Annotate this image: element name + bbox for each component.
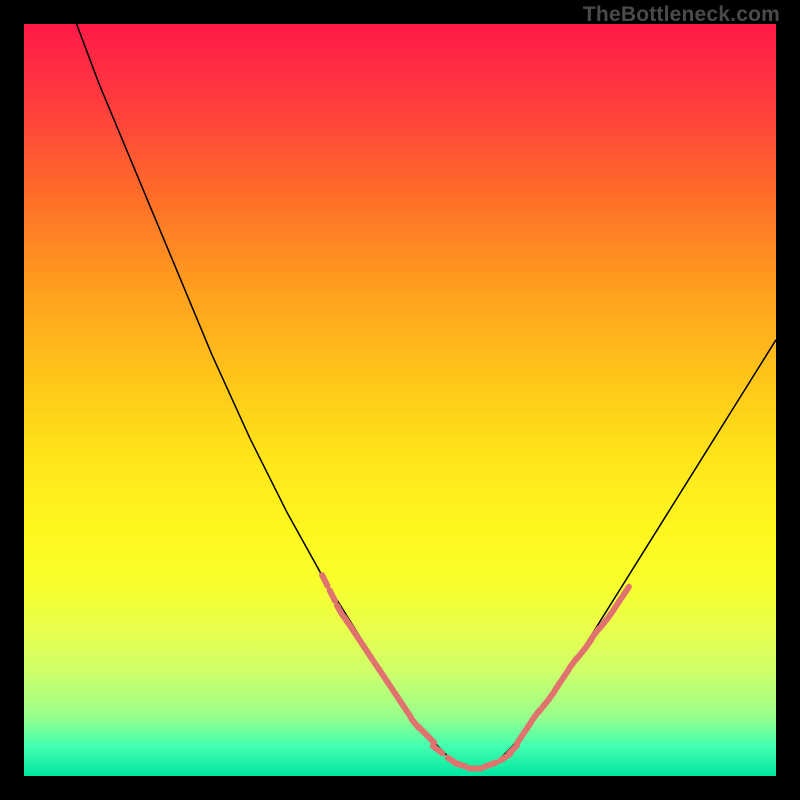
curve-marker	[367, 651, 374, 661]
bottleneck-curve-line	[77, 24, 776, 769]
curve-marker	[397, 696, 404, 706]
bottleneck-chart	[24, 24, 776, 776]
curve-marker	[485, 763, 496, 767]
curve-marker-group	[322, 575, 629, 768]
curve-marker	[374, 662, 381, 672]
curve-marker	[352, 628, 359, 638]
curve-marker	[344, 617, 351, 627]
curve-marker	[330, 590, 335, 601]
curve-marker	[555, 681, 562, 691]
curve-marker	[607, 609, 614, 619]
curve-marker	[547, 692, 554, 702]
curve-marker	[525, 722, 532, 732]
curve-marker	[615, 598, 622, 608]
curve-marker	[517, 733, 524, 743]
curve-marker	[382, 673, 389, 683]
curve-marker	[322, 575, 327, 586]
curve-marker	[509, 745, 517, 754]
curve-marker	[359, 639, 366, 649]
curve-marker	[562, 670, 569, 680]
curve-marker	[389, 685, 396, 695]
curve-marker	[455, 763, 466, 767]
curve-marker	[426, 734, 435, 742]
curve-marker	[433, 746, 443, 753]
curve-marker	[622, 587, 629, 597]
curve-marker	[585, 640, 592, 650]
curve-marker	[404, 707, 411, 717]
